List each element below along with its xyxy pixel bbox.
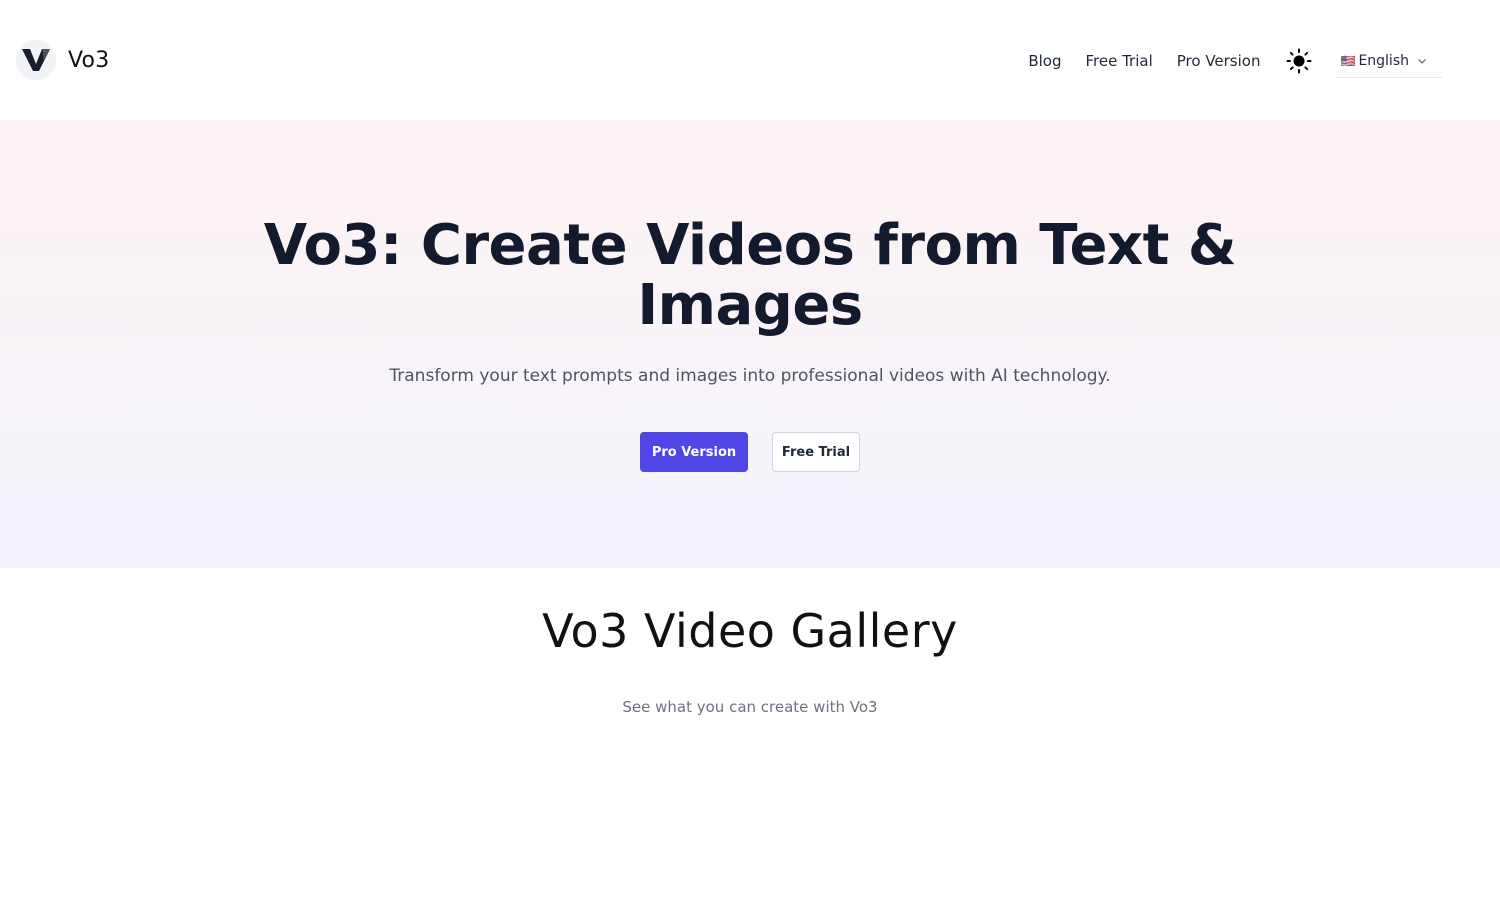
- us-flag-icon: 🇺🇸: [1340, 53, 1355, 68]
- gallery-title: Vo3 Video Gallery: [542, 604, 958, 658]
- hero-title: Vo3: Create Videos from Text & Images: [0, 216, 1500, 336]
- v-logo-icon: [16, 40, 56, 80]
- brand-name: Vo3: [68, 47, 110, 73]
- free-trial-button[interactable]: Free Trial: [772, 432, 860, 472]
- brand-link[interactable]: Vo3: [16, 40, 109, 80]
- hero-title-line-2: Images: [637, 273, 863, 338]
- hero-title-line-1: Vo3: Create Videos from Text &: [263, 213, 1237, 278]
- nav-pro-version-link[interactable]: Pro Version: [1177, 52, 1261, 70]
- hero-section: Vo3: Create Videos from Text & Images Tr…: [0, 120, 1500, 568]
- site-header: Vo3 Blog Free Trial Pro Version 🇺🇸 Engli…: [0, 0, 1500, 120]
- sun-icon: [1286, 48, 1312, 74]
- hero-actions: Pro Version Free Trial: [0, 432, 1500, 472]
- gallery-subtitle: See what you can create with Vo3: [622, 698, 878, 716]
- language-label: English: [1358, 52, 1409, 69]
- nav-blog-link[interactable]: Blog: [1028, 52, 1061, 70]
- chevron-down-icon: [1418, 58, 1426, 64]
- gallery-section: Vo3 Video Gallery See what you can creat…: [0, 568, 1500, 900]
- theme-toggle-button[interactable]: [1284, 46, 1314, 76]
- pro-version-button[interactable]: Pro Version: [640, 432, 748, 472]
- nav-free-trial-link[interactable]: Free Trial: [1085, 52, 1152, 70]
- language-select[interactable]: 🇺🇸 English: [1336, 44, 1442, 78]
- main-nav: Blog Free Trial Pro Version 🇺🇸 English: [1028, 44, 1442, 78]
- hero-subtitle: Transform your text prompts and images i…: [389, 366, 1111, 386]
